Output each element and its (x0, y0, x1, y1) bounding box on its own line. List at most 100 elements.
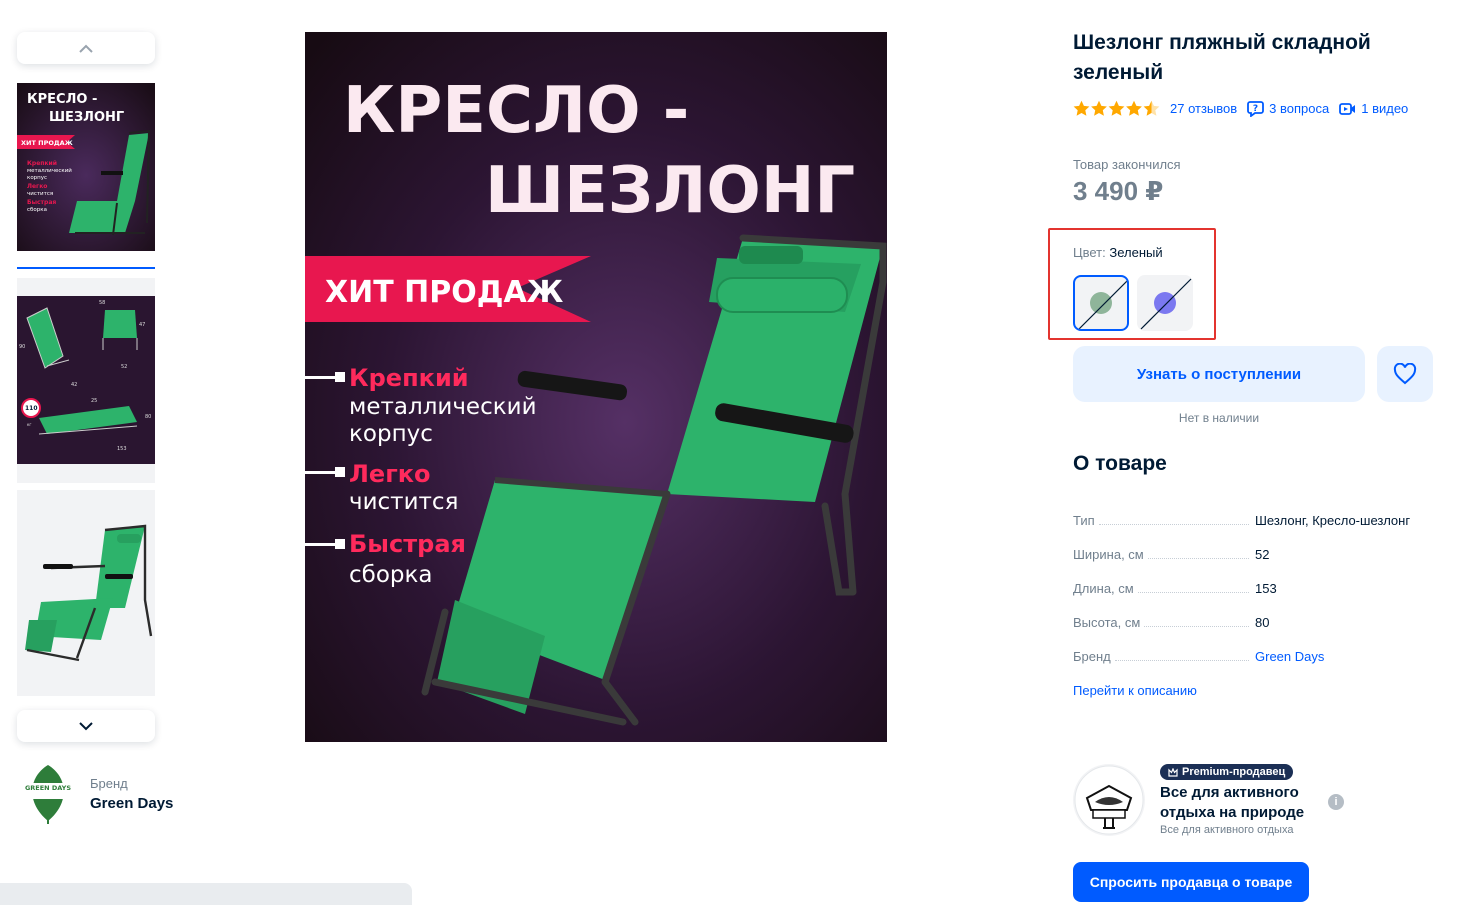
spec-value: Шезлонг, Кресло-шезлонг (1255, 513, 1411, 528)
thumb2-dim-8: 25 (91, 398, 97, 404)
seller-card: Premium-продавец Все для активного отдых… (1073, 764, 1443, 844)
premium-seller-badge: Premium-продавец (1160, 764, 1294, 780)
thumb1-f3a: Быстрая (27, 199, 56, 206)
spec-key: Длина, см (1073, 581, 1134, 596)
questions-link[interactable]: ? 3 вопроса (1247, 100, 1329, 117)
spec-key: Бренд (1073, 649, 1111, 664)
crown-icon (1168, 767, 1178, 777)
blue-swatch-crossed-icon (1140, 278, 1192, 330)
thumbnail-3[interactable] (17, 490, 155, 696)
product-price: 3 490 ₽ (1073, 176, 1164, 206)
thumb2-dim-1: 58 (99, 300, 105, 306)
thumb2-dim-5: 47 (139, 322, 145, 328)
spec-row: Высота, см 80 (1073, 606, 1443, 640)
notify-arrival-button[interactable]: Узнать о поступлении (1073, 346, 1365, 402)
brand-logo-text: GREEN DAYS (25, 784, 71, 792)
color-swatch-green[interactable] (1073, 275, 1129, 331)
premium-badge-label: Premium-продавец (1182, 766, 1286, 778)
ask-seller-button[interactable]: Спросить продавца о товаре (1073, 862, 1309, 902)
feature-1-line-1: металлический (349, 394, 537, 420)
feature-2-line-1: чистится (349, 489, 458, 515)
thumbnail-1[interactable]: КРЕСЛО - ШЕЗЛОНГ ХИТ ПРОДАЖ Крепкий мета… (17, 83, 155, 251)
videos-link[interactable]: 1 видео (1339, 101, 1408, 116)
thumb1-f1b: металлический (27, 167, 72, 174)
brand-name: Green Days (90, 795, 174, 812)
thumb1-banner: ХИТ ПРОДАЖ (21, 139, 73, 147)
thumb3-chair-photo (25, 524, 153, 662)
add-to-favorites-button[interactable] (1377, 346, 1433, 402)
main-headline-2: ШЕЗЛОНГ (485, 154, 855, 228)
thumb2-dim-6: 153 (117, 446, 127, 452)
svg-text:?: ? (1253, 104, 1258, 114)
brand-logo: GREEN DAYS (25, 765, 71, 824)
questions-count: 3 вопроса (1269, 101, 1330, 116)
color-swatch-blue[interactable] (1137, 275, 1193, 331)
active-thumbnail-indicator (17, 267, 155, 269)
thumb1-headline-2: ШЕЗЛОНГ (49, 110, 124, 125)
feature-2-accent: Легко (349, 460, 431, 488)
thumb2-dim-4: 52 (121, 364, 127, 370)
star-rating-icon (1073, 100, 1160, 116)
thumb2-load-value: 110 (25, 405, 38, 412)
go-to-description-link[interactable]: Перейти к описанию (1073, 683, 1197, 698)
thumb2-dim-3: 90 (19, 344, 25, 350)
spec-value: 153 (1255, 581, 1277, 596)
seller-name[interactable]: Все для активного отдыха на природе (1160, 783, 1325, 823)
feature-3-line-1: сборка (349, 562, 433, 588)
brand-link[interactable]: GREEN DAYS Бренд Green Days (22, 763, 173, 825)
spec-list: Тип Шезлонг, Кресло-шезлонг Ширина, см 5… (1073, 504, 1443, 674)
thumb2-dim-2: 42 (71, 382, 77, 388)
color-label-caption: Цвет: (1073, 245, 1106, 260)
product-title: Шезлонг пляжный складной зеленый (1073, 31, 1371, 84)
thumb1-f2b: чистится (27, 191, 53, 197)
feature-1-line-2: корпус (349, 421, 433, 447)
videos-count: 1 видео (1361, 101, 1409, 116)
brand-spec-link[interactable]: Green Days (1255, 649, 1324, 674)
thumb1-f1c: корпус (27, 175, 47, 181)
product-meta-row: 27 отзывов ? 3 вопроса 1 видео (1073, 100, 1443, 117)
heart-icon (1393, 363, 1417, 385)
seller-subtitle: Все для активного отдыха (1160, 824, 1294, 836)
thumbnails-scroll-up-button[interactable] (17, 32, 155, 64)
spec-row: Тип Шезлонг, Кресло-шезлонг (1073, 504, 1443, 538)
main-product-image[interactable]: КРЕСЛО - ШЕЗЛОНГ ХИТ ПРОДАЖ Крепкий мета… (305, 32, 887, 742)
thumb2-load-unit: кг (27, 422, 32, 427)
thumb1-f1a: Крепкий (27, 160, 57, 167)
thumb2-dim-7: 80 (145, 414, 151, 420)
chevron-down-icon (79, 721, 93, 730)
thumbnail-2[interactable]: 58 42 90 52 47 153 80 25 110 кг (17, 278, 155, 483)
video-camera-icon (1339, 102, 1356, 115)
spec-key: Тип (1073, 513, 1095, 528)
reviews-count: 27 отзывов (1170, 101, 1238, 116)
info-icon[interactable]: i (1328, 794, 1344, 810)
spec-row: Длина, см 153 (1073, 572, 1443, 606)
color-selected-value: Зеленый (1109, 245, 1163, 260)
spec-row: Ширина, см 52 (1073, 538, 1443, 572)
color-label: Цвет: Зеленый (1073, 245, 1163, 260)
chevron-up-icon (79, 44, 93, 53)
thumb1-f3b: сборка (27, 207, 47, 213)
brand-caption: Бренд (90, 776, 128, 791)
stock-note: Нет в наличии (1178, 411, 1260, 425)
thumb1-f2a: Легко (27, 183, 47, 190)
feature-1-accent: Крепкий (349, 364, 469, 392)
spec-value: 52 (1255, 547, 1270, 562)
feature-3-accent: Быстрая (349, 530, 466, 558)
rating-stars[interactable] (1073, 100, 1160, 117)
spec-key: Высота, см (1073, 615, 1141, 630)
spec-key: Ширина, см (1073, 547, 1144, 562)
seller-fish-logo (1074, 765, 1144, 835)
seller-logo[interactable] (1073, 764, 1145, 836)
question-bubble-icon: ? (1247, 101, 1265, 117)
bottom-gray-panel (0, 883, 412, 905)
green-swatch-crossed-icon (1078, 280, 1127, 329)
main-headline-1: КРЕСЛО - (343, 74, 689, 148)
thumbnails-scroll-down-button[interactable] (17, 710, 155, 742)
thumb1-headline-1: КРЕСЛО - (27, 92, 97, 107)
main-banner-text: ХИТ ПРОДАЖ (325, 275, 564, 310)
about-product-heading: О товаре (1073, 452, 1167, 475)
out-of-stock-label: Товар закончился (1073, 157, 1181, 172)
spec-value: 80 (1255, 615, 1270, 630)
reviews-link[interactable]: 27 отзывов (1170, 101, 1237, 116)
spec-row: Бренд Green Days (1073, 640, 1443, 674)
